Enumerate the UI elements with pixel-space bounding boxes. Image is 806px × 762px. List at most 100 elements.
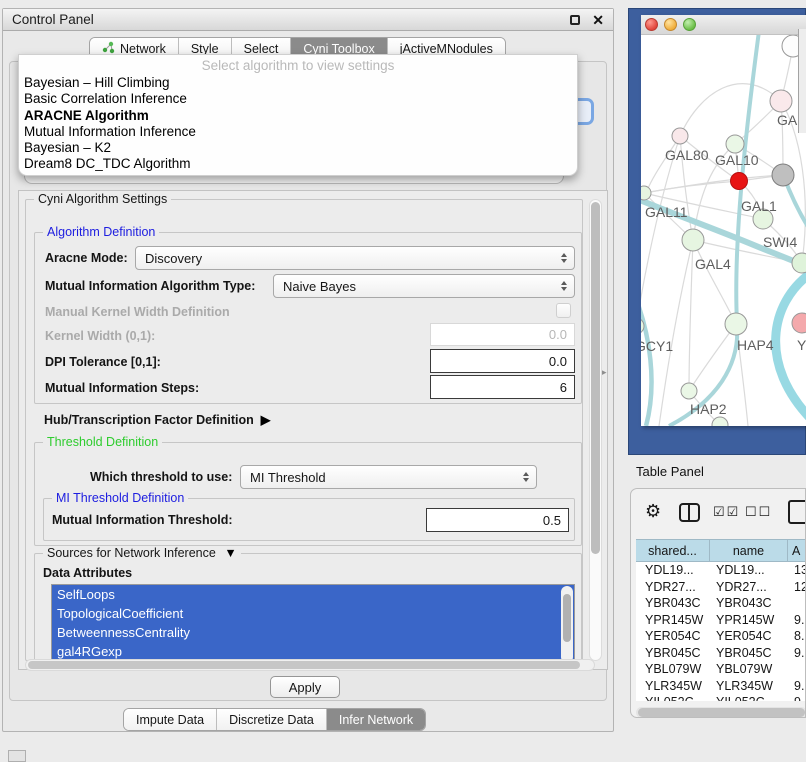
algorithm-option-dream8-dc-tdc-algorithm[interactable]: Dream8 DC_TDC Algorithm	[19, 156, 577, 172]
network-node-hap4[interactable]	[725, 313, 747, 335]
column-header-a[interactable]: A	[788, 540, 806, 561]
columns-icon[interactable]	[679, 503, 700, 522]
which-threshold-combo[interactable]: MI Threshold	[240, 465, 537, 489]
network-node-gal80[interactable]	[672, 128, 688, 144]
column-header-name[interactable]: name	[710, 540, 788, 561]
panel-title: Control Panel	[12, 12, 570, 27]
sources-title-text: Sources for Network Inference	[47, 546, 216, 560]
algorithm-option-bayesian-hill-climbing[interactable]: Bayesian – Hill Climbing	[19, 75, 577, 91]
table-panel: ⚙ ☑☑ ☐☐ shared...nameA YDL19...YDL19...1…	[630, 488, 806, 718]
table-row[interactable]: YBL079WYBL079W	[636, 661, 806, 678]
network-canvas[interactable]: GALGAL80GAL10GAL1GAL11SWI4GAL4GCY1HAP4YH…	[641, 35, 806, 426]
table-row[interactable]: YDR27...YDR27...12	[636, 579, 806, 596]
mi-steps-field[interactable]: 6	[430, 375, 575, 399]
network-node-y[interactable]	[792, 313, 806, 333]
apply-button[interactable]: Apply	[270, 676, 340, 698]
manual-kernel-checkbox[interactable]	[556, 303, 571, 318]
mac-minimize-icon[interactable]	[664, 18, 677, 31]
mi-algorithm-type-combo[interactable]: Naive Bayes	[273, 274, 575, 298]
settings-hscrollbar-thumb[interactable]	[28, 661, 580, 669]
table-cell: YPR145W	[710, 613, 788, 627]
mi-steps-value: 6	[560, 380, 567, 395]
mi-algorithm-type-value: Naive Bayes	[283, 279, 356, 294]
network-node[interactable]	[731, 173, 748, 190]
table-row[interactable]: YDL19...YDL19...13	[636, 562, 806, 579]
kernel-width-field[interactable]: 0.0	[430, 323, 575, 346]
network-node-gal11[interactable]	[641, 186, 651, 200]
attribute-item-topologicalcoefficient[interactable]: TopologicalCoefficient	[52, 604, 574, 623]
minimized-panel-icon[interactable]	[8, 750, 26, 762]
deselect-all-checkboxes-icon[interactable]: ☐☐	[745, 504, 772, 520]
algorithm-option-aracne-algorithm[interactable]: ARACNE Algorithm	[19, 108, 577, 124]
mac-close-icon[interactable]	[645, 18, 658, 31]
table-cell: YER054C	[710, 629, 788, 643]
dpi-tolerance-field[interactable]: 0.0	[430, 349, 575, 373]
table-row[interactable]: YLR345WYLR345W9.	[636, 678, 806, 695]
sources-title[interactable]: Sources for Network Inference ▼	[43, 546, 241, 560]
network-graph[interactable]: GALGAL80GAL10GAL1GAL11SWI4GAL4GCY1HAP4YH…	[641, 35, 806, 426]
algorithm-popup: Select algorithm to view settings Bayesi…	[18, 54, 578, 176]
table-row[interactable]: YIL052CYIL052C9.	[636, 694, 806, 701]
splitter-arrow-icon[interactable]: ▸	[602, 367, 607, 378]
data-attributes-list[interactable]: SelfLoopsTopologicalCoefficientBetweenne…	[51, 584, 575, 663]
settings-scrollbar-thumb[interactable]	[591, 202, 600, 554]
network-scrollbar-strip[interactable]	[798, 29, 806, 133]
aracne-mode-combo[interactable]: Discovery	[135, 246, 575, 270]
attribute-item-selfloops[interactable]: SelfLoops	[52, 585, 574, 604]
table-hscrollbar-thumb[interactable]	[638, 708, 805, 717]
gear-icon[interactable]: ⚙	[645, 501, 661, 522]
table-row[interactable]: YBR043CYBR043C	[636, 595, 806, 612]
algorithm-definition-group: Algorithm Definition Aracne Mode: Discov…	[34, 232, 582, 404]
algorithm-option-basic-correlation-inference[interactable]: Basic Correlation Inference	[19, 91, 577, 107]
node-label-gal1: GAL1	[741, 198, 777, 214]
network-node[interactable]	[772, 164, 794, 186]
select-all-checkboxes-icon[interactable]: ☑☑	[713, 504, 740, 520]
algorithm-option-bayesian-k2[interactable]: Bayesian – K2	[19, 140, 577, 156]
table-cell: 8.	[788, 629, 806, 643]
kernel-width-label: Kernel Width (0,1):	[45, 329, 155, 343]
algorithm-option-mutual-information-inference[interactable]: Mutual Information Inference	[19, 124, 577, 140]
settings-horizontal-scrollbar[interactable]	[25, 659, 595, 671]
dpi-tolerance-label: DPI Tolerance [0,1]:	[45, 355, 161, 369]
float-window-icon[interactable]	[570, 15, 580, 25]
expand-right-icon[interactable]: ▶	[261, 412, 271, 427]
node-table: shared...nameA YDL19...YDL19...13YDR27..…	[636, 539, 806, 701]
network-node-gal4[interactable]	[682, 229, 704, 251]
network-node[interactable]	[712, 417, 728, 426]
manual-kernel-label: Manual Kernel Width Definition	[45, 305, 230, 319]
table-cell: 13	[788, 563, 806, 577]
table-row[interactable]: YER054CYER054C8.	[636, 628, 806, 645]
table-cell: YIL052C	[710, 695, 788, 701]
network-node-hap2[interactable]	[681, 383, 697, 399]
settings-vertical-scrollbar[interactable]	[589, 199, 602, 661]
table-cell: YBL079W	[636, 662, 710, 676]
attribute-item-betweennesscentrality[interactable]: BetweennessCentrality	[52, 623, 574, 642]
settings-scroll-area: Cyni Algorithm Settings Algorithm Defini…	[18, 190, 608, 670]
cyni-settings-title: Cyni Algorithm Settings	[34, 192, 171, 206]
table-row[interactable]: YPR145WYPR145W9.	[636, 612, 806, 629]
column-header-shared-[interactable]: shared...	[636, 540, 710, 561]
network-node-swi4[interactable]	[792, 253, 806, 273]
export-table-icon[interactable]	[788, 500, 806, 524]
table-cell: YDL19...	[636, 563, 710, 577]
table-cell: 12	[788, 580, 806, 594]
network-node-gal10[interactable]	[726, 135, 744, 153]
network-node-gal[interactable]	[770, 90, 792, 112]
hub-definition-toggle[interactable]: Hub/Transcription Factor Definition▶	[44, 412, 270, 427]
algorithm-popup-list: Bayesian – Hill ClimbingBasic Correlatio…	[19, 75, 577, 173]
mac-zoom-icon[interactable]	[683, 18, 696, 31]
table-row[interactable]: YBR045CYBR045C9.	[636, 645, 806, 662]
tab-impute-data[interactable]: Impute Data	[124, 709, 216, 730]
collapse-down-icon[interactable]: ▼	[224, 546, 236, 560]
tab-discretize-data[interactable]: Discretize Data	[216, 709, 326, 730]
threshold-definition-title: Threshold Definition	[43, 435, 162, 449]
close-icon[interactable]: ✕	[592, 15, 604, 25]
list-scrollbar[interactable]	[561, 586, 573, 663]
control-panel-titlebar: Control Panel ✕	[3, 9, 613, 31]
node-label-swi4: SWI4	[763, 234, 797, 250]
tab-infer-network[interactable]: Infer Network	[326, 709, 425, 730]
list-scrollbar-thumb[interactable]	[563, 594, 571, 642]
table-horizontal-scrollbar[interactable]	[636, 707, 806, 718]
mi-threshold-field[interactable]: 0.5	[426, 508, 569, 532]
table-cell: YBR043C	[636, 596, 710, 610]
